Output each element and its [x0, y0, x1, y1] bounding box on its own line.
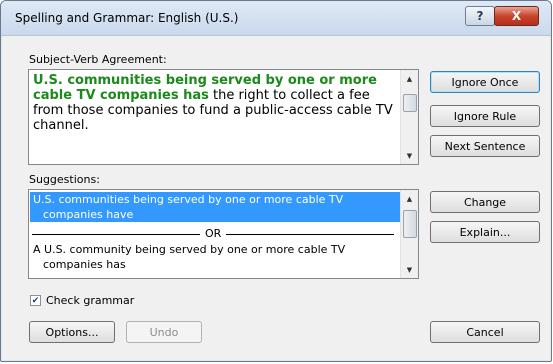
- suggestions-list[interactable]: U.S. communities being served by one or …: [28, 189, 419, 279]
- scroll-up-icon[interactable]: ▲: [401, 190, 418, 207]
- checkmark-icon: ✔: [31, 296, 40, 306]
- undo-button[interactable]: Undo: [126, 321, 202, 343]
- or-separator: OR: [30, 227, 400, 241]
- change-button[interactable]: Change: [430, 191, 540, 213]
- check-grammar-checkbox[interactable]: ✔: [30, 295, 41, 306]
- scroll-thumb[interactable]: [403, 210, 417, 238]
- next-sentence-button[interactable]: Next Sentence: [430, 135, 540, 157]
- scroll-thumb[interactable]: [403, 94, 417, 112]
- sentence-textbox[interactable]: U.S. communities being served by one or …: [28, 69, 419, 165]
- scroll-down-icon[interactable]: ▼: [401, 147, 418, 164]
- scroll-up-icon[interactable]: ▲: [401, 70, 418, 87]
- suggestion-item-selected[interactable]: U.S. communities being served by one or …: [30, 192, 402, 222]
- suggestions-label: Suggestions:: [29, 173, 100, 186]
- check-grammar-label[interactable]: Check grammar: [46, 294, 134, 307]
- suggestion-line: companies has: [43, 258, 126, 271]
- suggestion-item[interactable]: A U.S. community being served by one or …: [30, 242, 402, 272]
- suggestions-scrollbar[interactable]: ▲ ▼: [400, 190, 418, 278]
- ignore-once-button[interactable]: Ignore Once: [430, 71, 540, 93]
- sentence-scrollbar[interactable]: ▲ ▼: [400, 70, 418, 164]
- help-button[interactable]: ?: [465, 6, 495, 26]
- scroll-down-icon[interactable]: ▼: [401, 261, 418, 278]
- ignore-rule-button[interactable]: Ignore Rule: [430, 105, 540, 127]
- title-bar[interactable]: Spelling and Grammar: English (U.S.) ? X: [1, 1, 551, 36]
- error-type-label: Subject-Verb Agreement:: [29, 53, 167, 66]
- options-button[interactable]: Options...: [29, 321, 115, 343]
- suggestion-line: U.S. communities being served by one or …: [33, 193, 344, 206]
- or-separator-text: OR: [205, 227, 222, 240]
- sentence-text[interactable]: U.S. communities being served by one or …: [33, 73, 397, 133]
- close-icon: X: [511, 9, 522, 23]
- window-title: Spelling and Grammar: English (U.S.): [15, 11, 239, 25]
- close-button[interactable]: X: [494, 6, 539, 26]
- spelling-grammar-dialog: Spelling and Grammar: English (U.S.) ? X…: [0, 0, 552, 362]
- suggestion-line: companies have: [43, 208, 134, 221]
- cancel-button[interactable]: Cancel: [430, 321, 540, 343]
- suggestion-line: A U.S. community being served by one or …: [33, 243, 346, 256]
- help-icon: ?: [476, 9, 484, 23]
- explain-button[interactable]: Explain...: [430, 221, 540, 243]
